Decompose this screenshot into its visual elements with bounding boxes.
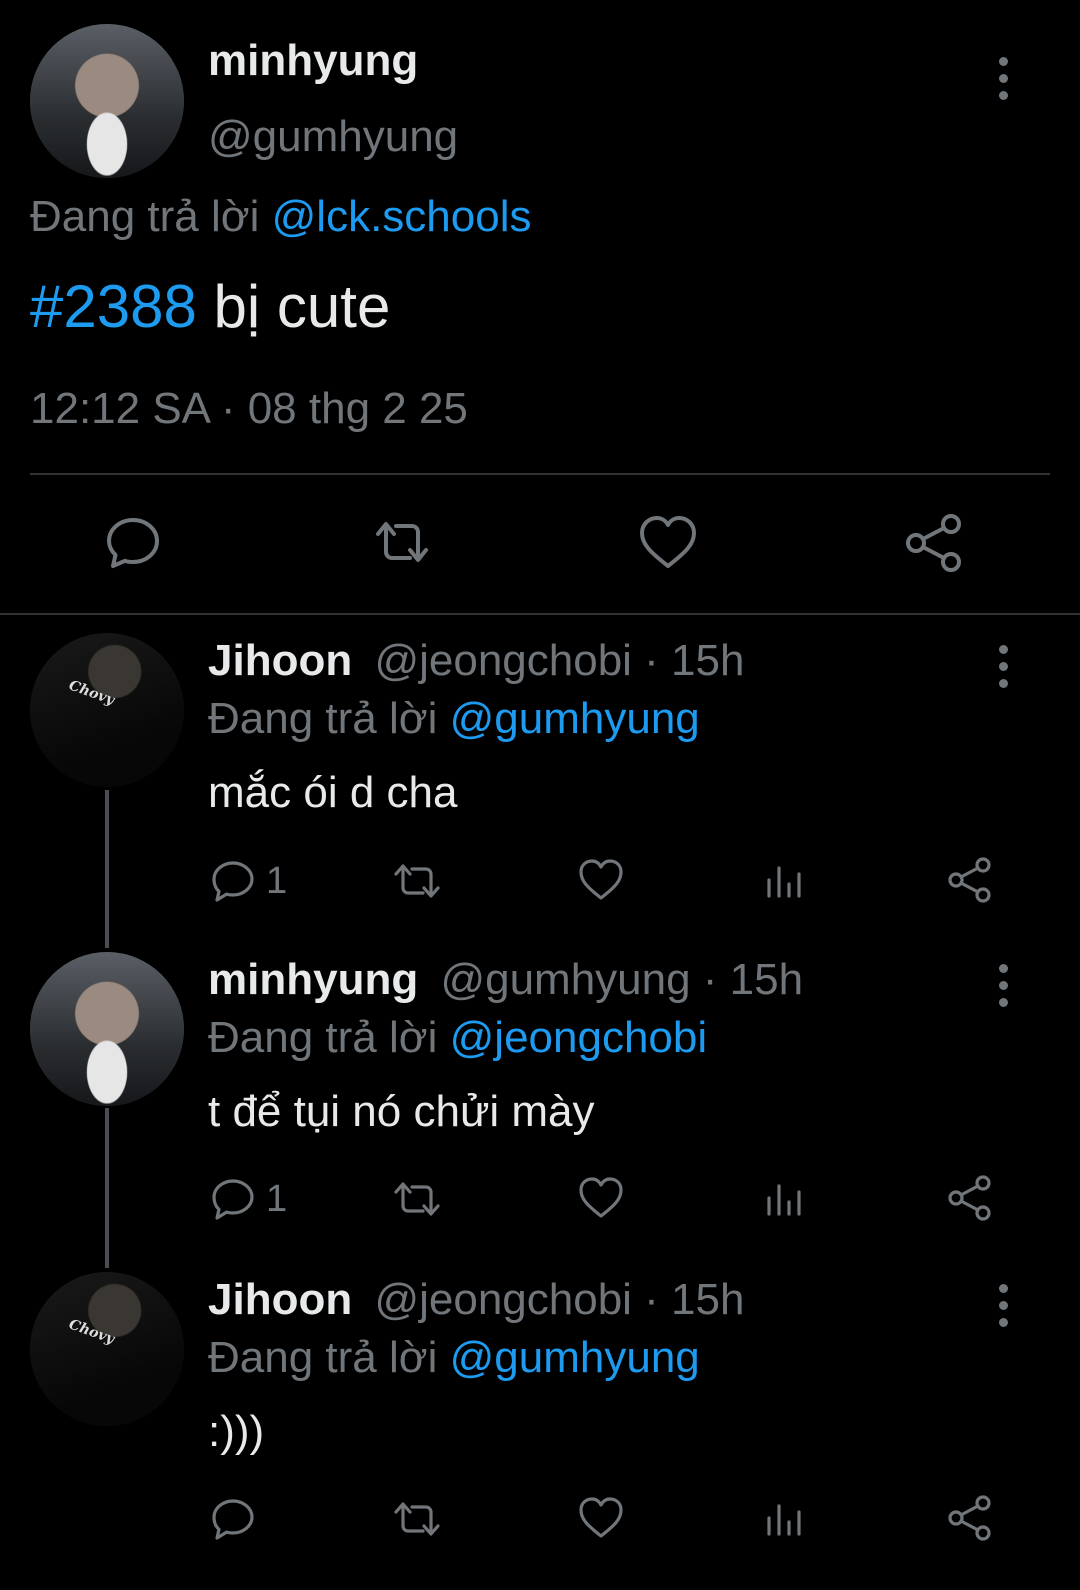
reply-header: Jihoon @jeongchobi · 15h: [208, 1275, 744, 1325]
tweet-text: #2388 bị cute: [30, 272, 390, 341]
replying-prefix: Đang trả lời: [30, 192, 260, 241]
more-options-icon[interactable]: [998, 964, 1008, 1007]
replying-to-link[interactable]: @jeongchobi: [450, 1013, 708, 1062]
share-button[interactable]: [946, 1494, 994, 1542]
retweet-icon: [376, 522, 428, 562]
avatar-jihoon[interactable]: Chovy: [30, 1272, 184, 1426]
tweet-timestamp[interactable]: 12:12 SA · 08 thg 2 25: [30, 384, 468, 434]
hashtag-link[interactable]: #2388: [30, 273, 197, 340]
like-button[interactable]: [578, 1176, 624, 1220]
section-divider: [0, 613, 1080, 615]
views-icon: [767, 866, 801, 898]
replying-to-link[interactable]: @gumhyung: [450, 694, 700, 743]
reply-count: 1: [266, 860, 288, 902]
share-icon: [948, 1175, 991, 1221]
reply-button[interactable]: [210, 1496, 256, 1542]
author-display-name[interactable]: minhyung: [208, 36, 418, 86]
reply-display-name[interactable]: minhyung: [208, 955, 418, 1004]
reply-text: mắc ói d cha: [208, 768, 458, 817]
reply-handle-time[interactable]: @jeongchobi · 15h: [374, 636, 744, 685]
reply-handle-time[interactable]: @jeongchobi · 15h: [374, 1275, 744, 1324]
retweet-button[interactable]: [390, 858, 444, 904]
divider: [30, 473, 1050, 475]
avatar-minhyung[interactable]: [30, 952, 184, 1106]
tweet-body: bị cute: [196, 273, 391, 340]
share-button[interactable]: [946, 856, 994, 904]
like-button[interactable]: [578, 1496, 624, 1540]
more-options-icon[interactable]: [998, 57, 1008, 100]
retweet-icon: [394, 1502, 440, 1536]
reply-icon: [107, 518, 159, 568]
like-button[interactable]: [638, 514, 698, 572]
share-icon: [948, 1495, 991, 1541]
reply-display-name[interactable]: Jihoon: [208, 636, 352, 685]
avatar-jihoon[interactable]: Chovy: [30, 633, 184, 787]
retweet-button[interactable]: [368, 512, 436, 572]
replying-prefix: Đang trả lời: [208, 1013, 438, 1062]
replying-to-line: Đang trả lời @gumhyung: [208, 1333, 700, 1383]
retweet-button[interactable]: [390, 1176, 444, 1222]
replying-prefix: Đang trả lời: [208, 1333, 438, 1382]
share-button[interactable]: [903, 512, 965, 574]
share-icon: [906, 514, 961, 572]
avatar-minhyung[interactable]: [30, 24, 184, 178]
retweet-icon: [394, 864, 440, 898]
share-button[interactable]: [946, 1174, 994, 1222]
reply-count: 1: [266, 1178, 288, 1220]
reply-icon: [212, 1179, 254, 1220]
more-options-icon[interactable]: [998, 645, 1008, 688]
more-options-icon[interactable]: [998, 1284, 1008, 1327]
reply-button[interactable]: 1: [210, 1176, 310, 1222]
thread-line: [105, 790, 109, 948]
reply-button[interactable]: [103, 512, 163, 572]
views-button[interactable]: [765, 860, 805, 900]
reply-icon: [212, 861, 254, 902]
replying-to-line: Đang trả lời @gumhyung: [208, 694, 700, 744]
thread-line: [105, 1108, 109, 1268]
retweet-icon: [394, 1182, 440, 1216]
heart-icon: [640, 516, 696, 568]
reply-handle-time[interactable]: @gumhyung · 15h: [440, 955, 803, 1004]
replying-to-link[interactable]: @lck.schools: [272, 192, 532, 241]
replying-prefix: Đang trả lời: [208, 694, 438, 743]
reply-display-name[interactable]: Jihoon: [208, 1275, 352, 1324]
reply-header: minhyung @gumhyung · 15h: [208, 955, 803, 1005]
views-button[interactable]: [765, 1498, 805, 1538]
replying-to-line: Đang trả lời @jeongchobi: [208, 1013, 707, 1063]
replying-to-line: Đang trả lời @lck.schools: [30, 192, 531, 242]
replying-to-link[interactable]: @gumhyung: [450, 1333, 700, 1382]
heart-icon: [579, 859, 623, 900]
views-icon: [767, 1184, 801, 1216]
reply-text: t để tụi nó chửi mày: [208, 1087, 595, 1136]
views-button[interactable]: [765, 1178, 805, 1218]
reply-text: :))): [208, 1407, 265, 1456]
reply-icon: [212, 1499, 254, 1540]
retweet-button[interactable]: [390, 1496, 444, 1542]
reply-header: Jihoon @jeongchobi · 15h: [208, 636, 744, 686]
share-icon: [948, 857, 991, 903]
views-icon: [767, 1504, 801, 1536]
heart-icon: [579, 1177, 623, 1218]
heart-icon: [579, 1497, 623, 1538]
author-handle[interactable]: @gumhyung: [208, 112, 458, 162]
like-button[interactable]: [578, 858, 624, 902]
reply-button[interactable]: 1: [210, 858, 310, 904]
